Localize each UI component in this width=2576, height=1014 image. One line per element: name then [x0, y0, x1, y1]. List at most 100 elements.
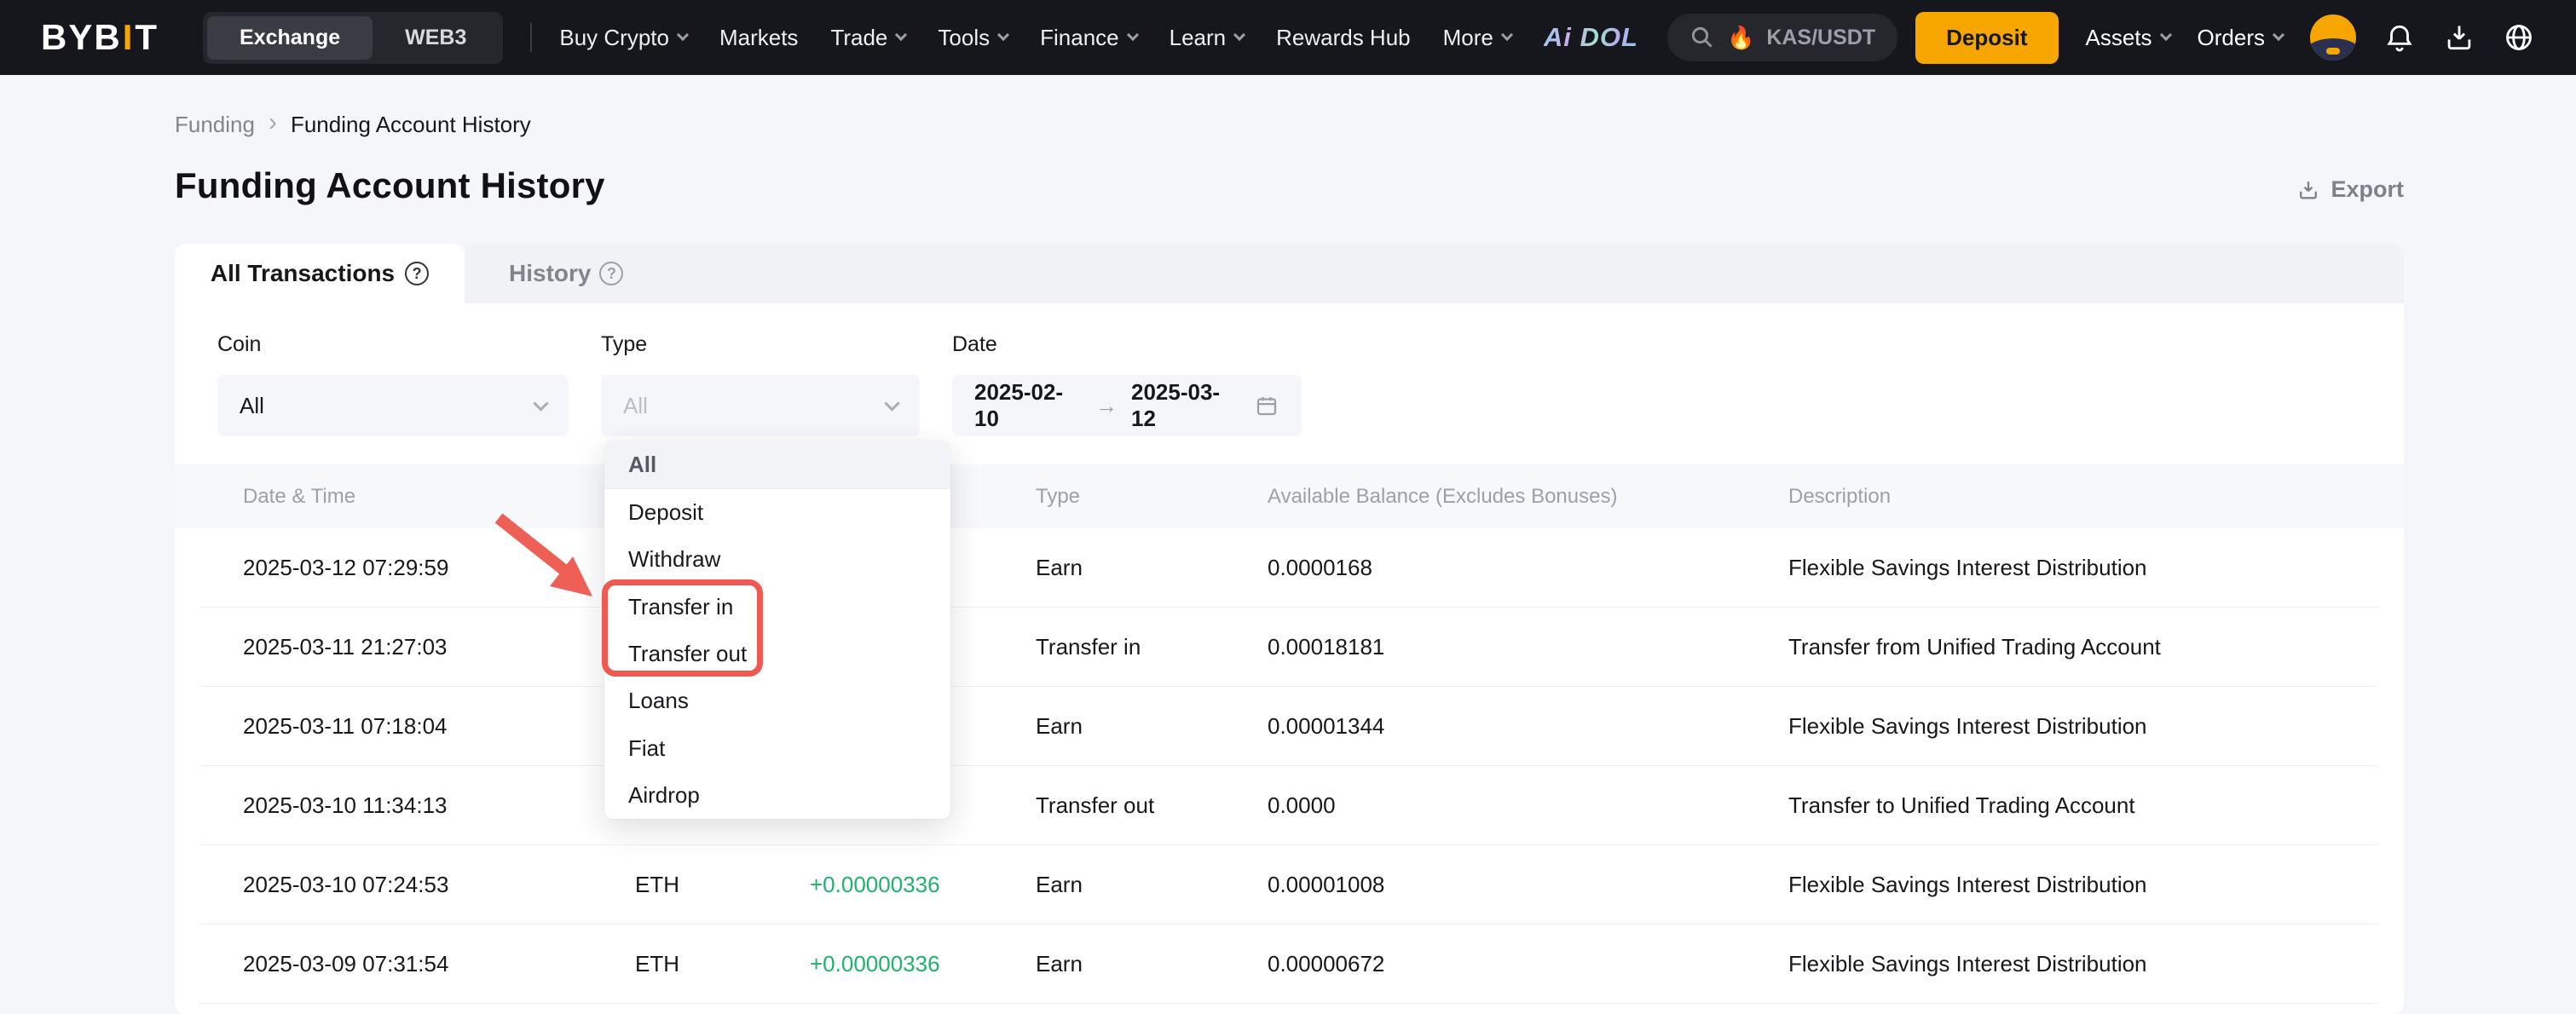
help-icon[interactable] — [405, 262, 429, 285]
cell-balance: 0.0000168 — [1268, 555, 1788, 581]
date-end: 2025-03-12 — [1131, 379, 1239, 432]
filters: Coin All Type All Date 2025-02-10 → 202 — [175, 303, 2404, 436]
menu-more[interactable]: More — [1443, 25, 1511, 51]
table-row: 2025-03-11 21:27:03 Transfer in 0.000181… — [200, 608, 2378, 687]
dropdown-option-all[interactable]: All — [604, 441, 950, 489]
calendar-icon — [1254, 393, 1279, 418]
cell-balance: 0.00001008 — [1268, 872, 1788, 898]
menu-finance[interactable]: Finance — [1040, 25, 1137, 51]
tab-history[interactable]: History — [465, 260, 623, 287]
menu-trade[interactable]: Trade — [830, 25, 905, 51]
menu-tools[interactable]: Tools — [938, 25, 1008, 51]
chevron-down-icon — [2159, 29, 2171, 41]
download-icon[interactable] — [2443, 21, 2475, 54]
breadcrumb: Funding › Funding Account History — [175, 111, 2404, 138]
dropdown-option-withdraw[interactable]: Withdraw — [604, 536, 950, 583]
cell-datetime: 2025-03-10 07:24:53 — [200, 872, 635, 898]
search-input[interactable]: 🔥 KAS/USDT — [1667, 14, 1897, 61]
dropdown-option-fiat[interactable]: Fiat — [604, 724, 950, 771]
main-menu: Buy Crypto Markets Trade Tools Finance L… — [559, 25, 1511, 51]
type-dropdown-menu: All Deposit Withdraw Transfer in Transfe… — [604, 441, 950, 819]
chevron-down-icon — [533, 395, 548, 411]
dropdown-option-deposit[interactable]: Deposit — [604, 489, 950, 536]
date-label: Date — [952, 332, 1302, 358]
cell-description: Transfer from Unified Trading Account — [1788, 634, 2378, 660]
cell-type: Earn — [1036, 951, 1268, 977]
toggle-web3[interactable]: WEB3 — [373, 16, 499, 60]
cell-coin: ETH — [635, 872, 810, 898]
breadcrumb-funding[interactable]: Funding — [175, 112, 255, 138]
date-filter: Date 2025-02-10 → 2025-03-12 — [952, 332, 1302, 436]
header-date-time: Date & Time — [200, 485, 635, 509]
cell-description: Flexible Savings Interest Distribution — [1788, 555, 2378, 581]
cell-balance: 0.00001344 — [1268, 713, 1788, 740]
range-arrow-icon: → — [1095, 393, 1118, 419]
menu-rewards-hub[interactable]: Rewards Hub — [1276, 25, 1411, 51]
coin-select[interactable]: All — [217, 375, 569, 436]
assets-menu[interactable]: Assets — [2086, 25, 2170, 51]
cell-datetime: 2025-03-11 07:18:04 — [200, 713, 635, 740]
logo-text-2: T — [135, 17, 159, 57]
tab-strip: All Transactions History — [175, 244, 2404, 303]
chevron-down-icon — [677, 29, 689, 41]
cell-type: Transfer out — [1036, 792, 1268, 819]
date-range-picker[interactable]: 2025-02-10 → 2025-03-12 — [952, 375, 1302, 436]
cell-balance: 0.0000 — [1268, 792, 1788, 819]
bybit-logo[interactable]: BYBIT — [41, 17, 159, 58]
flame-icon: 🔥 — [1727, 25, 1754, 51]
transactions-table: Date & Time Type Available Balance (Excl… — [175, 464, 2404, 1004]
dropdown-option-transfer-in[interactable]: Transfer in — [604, 584, 950, 631]
coin-label: Coin — [217, 332, 569, 358]
menu-buy-crypto[interactable]: Buy Crypto — [559, 25, 687, 51]
cell-datetime: 2025-03-12 07:29:59 — [200, 555, 635, 581]
aidol-logo[interactable]: Ai DOL — [1544, 22, 1638, 53]
logo-accent: I — [122, 17, 136, 57]
type-select[interactable]: All — [601, 375, 920, 436]
orders-menu[interactable]: Orders — [2198, 25, 2283, 51]
export-download-icon — [2296, 178, 2320, 202]
cell-type: Earn — [1036, 555, 1268, 581]
notifications-bell-icon[interactable] — [2383, 21, 2416, 54]
cell-description: Transfer to Unified Trading Account — [1788, 792, 2378, 819]
globe-language-icon[interactable] — [2503, 21, 2535, 54]
cell-type: Transfer in — [1036, 634, 1268, 660]
exchange-web3-toggle: Exchange WEB3 — [203, 12, 503, 64]
breadcrumb-chevron-icon: › — [269, 110, 277, 135]
coin-filter: Coin All — [217, 332, 569, 436]
export-button[interactable]: Export — [2296, 176, 2404, 206]
chevron-down-icon — [1127, 29, 1139, 41]
tab-all-transactions[interactable]: All Transactions — [175, 244, 465, 303]
menu-learn[interactable]: Learn — [1170, 25, 1245, 51]
type-label: Type — [601, 332, 920, 358]
cell-datetime: 2025-03-09 07:31:54 — [200, 951, 635, 977]
cell-balance: 0.00018181 — [1268, 634, 1788, 660]
search-ticker: KAS/USDT — [1766, 26, 1875, 50]
header-available-balance: Available Balance (Excludes Bonuses) — [1268, 485, 1788, 509]
cell-description: Flexible Savings Interest Distribution — [1788, 713, 2378, 740]
date-start: 2025-02-10 — [974, 379, 1082, 432]
header-description: Description — [1788, 485, 2378, 509]
cell-description: Flexible Savings Interest Distribution — [1788, 951, 2378, 977]
page-title: Funding Account History — [175, 165, 605, 206]
card-body: Coin All Type All Date 2025-02-10 → 202 — [175, 303, 2404, 1014]
cell-type: Earn — [1036, 872, 1268, 898]
dropdown-option-airdrop[interactable]: Airdrop — [604, 772, 950, 819]
deposit-button[interactable]: Deposit — [1915, 12, 2058, 64]
cell-amount: +0.00000336 — [810, 872, 1036, 898]
avatar[interactable] — [2310, 14, 2356, 60]
menu-markets[interactable]: Markets — [719, 25, 798, 51]
dropdown-option-loans[interactable]: Loans — [604, 677, 950, 724]
cell-coin: ETH — [635, 951, 810, 977]
nav-divider — [530, 23, 532, 52]
type-filter: Type All — [601, 332, 920, 436]
cell-amount: +0.00000336 — [810, 951, 1036, 977]
dropdown-option-transfer-out[interactable]: Transfer out — [604, 631, 950, 677]
chevron-down-icon — [1501, 29, 1513, 41]
help-icon[interactable] — [599, 262, 623, 285]
chevron-down-icon — [2273, 29, 2284, 41]
nav-right: Deposit Assets Orders — [1915, 12, 2535, 64]
history-card: All Transactions History Coin All Type — [175, 244, 2404, 1014]
toggle-exchange[interactable]: Exchange — [207, 16, 373, 60]
chevron-down-icon — [884, 395, 899, 411]
cell-datetime: 2025-03-11 21:27:03 — [200, 634, 635, 660]
